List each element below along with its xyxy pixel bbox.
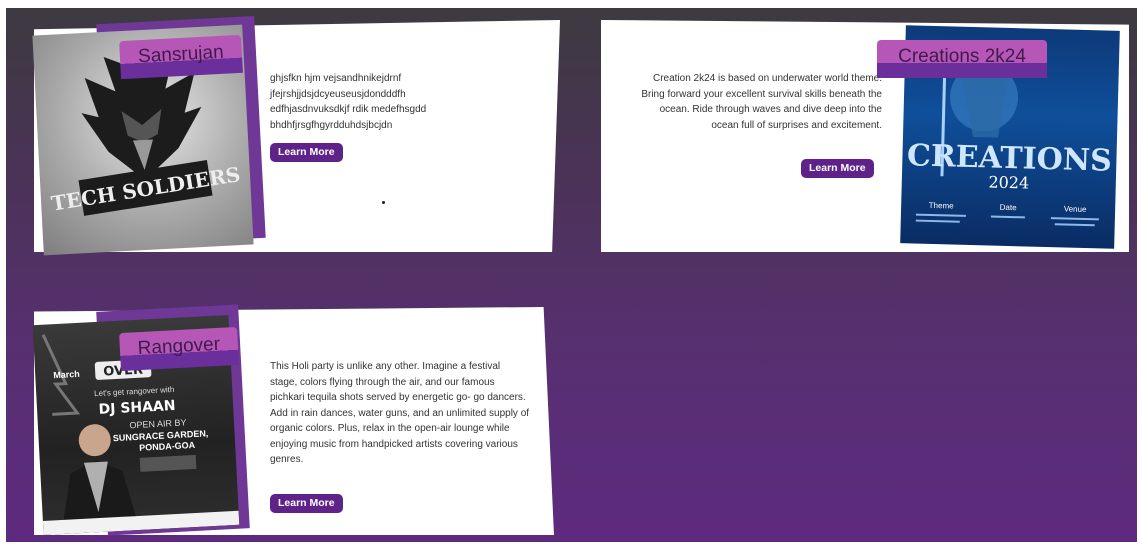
page-background: TECH SOLDIERS Sansrujan ghjsfkn hjm vejs… [6, 8, 1137, 542]
stray-dot [382, 201, 385, 204]
learn-more-button[interactable]: Learn More [270, 143, 343, 162]
event-image-creations-2k24: CREATIONS 2024 Theme Date Venue Creation… [877, 20, 1126, 255]
svg-text:Let's get rangover with: Let's get rangover with [94, 385, 175, 398]
svg-text:PONDA-GOA: PONDA-GOA [139, 440, 196, 453]
svg-text:Date: Date [1000, 203, 1018, 212]
event-description: ghjsfkn hjm vejsandhnikejdrnf jfejrshjjd… [270, 73, 427, 131]
event-tag: Rangover [119, 326, 239, 372]
svg-text:Theme: Theme [929, 201, 955, 211]
svg-text:2024: 2024 [988, 172, 1029, 192]
event-image-sansrujan: TECH SOLDIERS Sansrujan [32, 16, 272, 260]
learn-more-button[interactable]: Learn More [801, 159, 874, 178]
event-description: Creation 2k24 is based on underwater wor… [641, 73, 882, 131]
svg-text:Venue: Venue [1064, 204, 1087, 214]
event-description: This Holi party is unlike any other. Ima… [270, 361, 530, 465]
event-image-rangover: March OVER Let's get rangover with DJ SH… [32, 304, 272, 538]
event-tag: Creations 2k24 [877, 40, 1047, 78]
event-tag: Sansrujan [119, 34, 243, 80]
svg-text:DJ SHAAN: DJ SHAAN [98, 398, 176, 418]
learn-more-button[interactable]: Learn More [270, 494, 343, 513]
svg-text:OPEN AIR BY: OPEN AIR BY [129, 417, 186, 430]
svg-text:March: March [53, 369, 80, 380]
